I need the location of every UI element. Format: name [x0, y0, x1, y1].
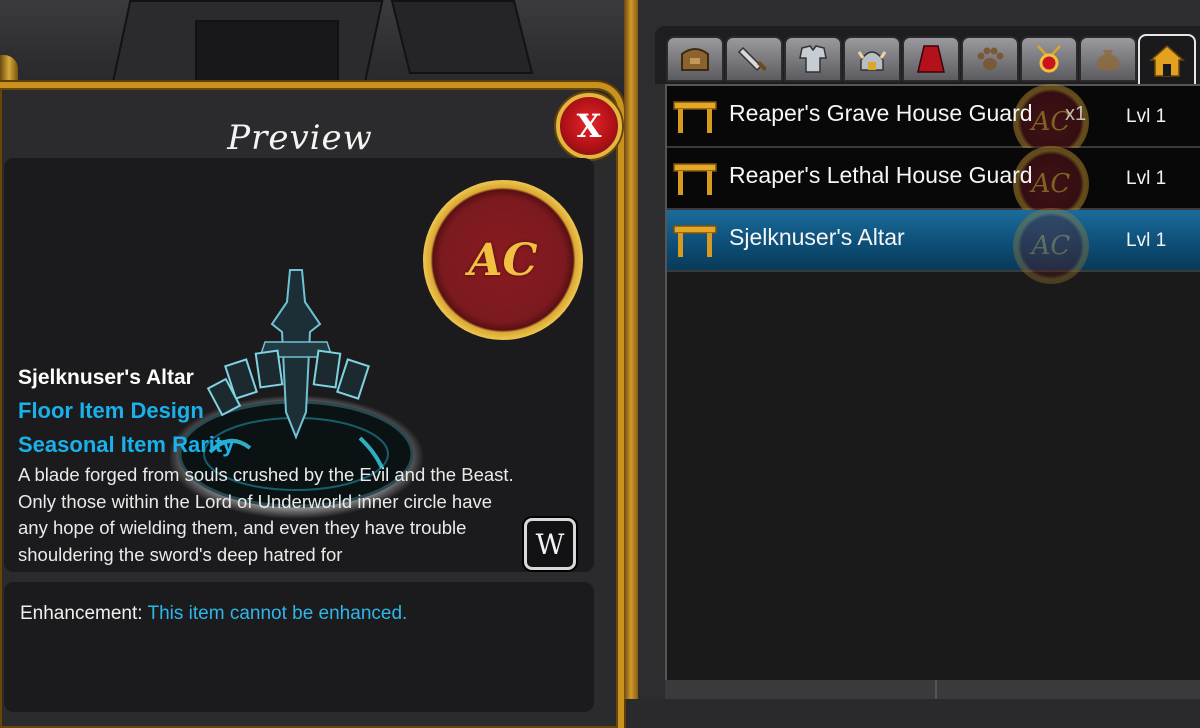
- item-row-name: Reaper's Lethal House Guard: [729, 162, 1033, 188]
- bag-icon: [681, 48, 709, 71]
- sword-icon: [737, 46, 767, 72]
- tab-house[interactable]: [1138, 34, 1196, 86]
- ac-watermark: AC: [1013, 208, 1089, 284]
- item-row-level: Lvl 1: [1126, 168, 1167, 189]
- inventory-row-selected[interactable]: AC Sjelknuser's Altar Lvl 1: [667, 208, 1200, 284]
- item-description[interactable]: A blade forged from souls crushed by the…: [18, 462, 518, 572]
- stone-pillar: [195, 20, 339, 89]
- ac-coin-label: AC: [468, 234, 538, 286]
- tab-items[interactable]: [1079, 36, 1137, 82]
- house-icon: [1149, 45, 1185, 77]
- item-name: Sjelknuser's Altar: [18, 366, 194, 389]
- amulet-icon: [1037, 45, 1061, 73]
- table-icon: [673, 163, 717, 195]
- tab-amulet[interactable]: [1020, 36, 1078, 82]
- tab-helm[interactable]: [843, 36, 901, 82]
- tab-pet[interactable]: [961, 36, 1019, 82]
- inventory-row[interactable]: AC Reaper's Lethal House Guard Lvl 1: [667, 146, 1200, 222]
- helm-icon: [857, 51, 887, 71]
- close-icon: X: [576, 107, 602, 145]
- footer-divider: [935, 680, 937, 699]
- enhancement-label: Enhancement:: [20, 603, 143, 624]
- ac-currency-badge: AC: [423, 180, 583, 340]
- enhancement-panel: [4, 582, 594, 712]
- preview-title: Preview: [227, 118, 373, 158]
- table-icon: [673, 225, 717, 257]
- wiki-button[interactable]: W: [524, 518, 576, 570]
- close-button[interactable]: X: [556, 93, 622, 159]
- wiki-icon: W: [535, 527, 565, 561]
- item-row-name: Sjelknuser's Altar: [729, 224, 905, 250]
- item-row-name: Reaper's Grave House Guard: [729, 100, 1033, 126]
- armor-icon: [799, 45, 827, 73]
- panel-divider: [624, 0, 638, 699]
- tab-armor[interactable]: [784, 36, 842, 82]
- item-row-level: Lvl 1: [1126, 230, 1167, 251]
- cape-icon: [917, 45, 945, 73]
- pet-paw-icon: [977, 47, 1004, 70]
- inventory-row[interactable]: AC Reaper's Grave House Guard x1 Lvl 1: [667, 84, 1200, 160]
- item-row-level: Lvl 1: [1126, 106, 1167, 127]
- stone-pillar: [390, 0, 534, 74]
- tab-cape[interactable]: [902, 36, 960, 82]
- enhancement-value: This item cannot be enhanced.: [147, 603, 408, 624]
- enhancement-info: Enhancement: This item cannot be enhance…: [20, 603, 407, 625]
- tab-bag[interactable]: [666, 36, 724, 82]
- table-icon: [673, 101, 717, 133]
- item-row-quantity: x1: [1065, 103, 1087, 125]
- inventory-footer: [665, 680, 1200, 699]
- item-rarity: Seasonal Item Rarity: [18, 432, 235, 457]
- item-type: Floor Item Design: [18, 398, 204, 423]
- item-sack-icon: [1096, 50, 1120, 71]
- tab-weapon[interactable]: [725, 36, 783, 82]
